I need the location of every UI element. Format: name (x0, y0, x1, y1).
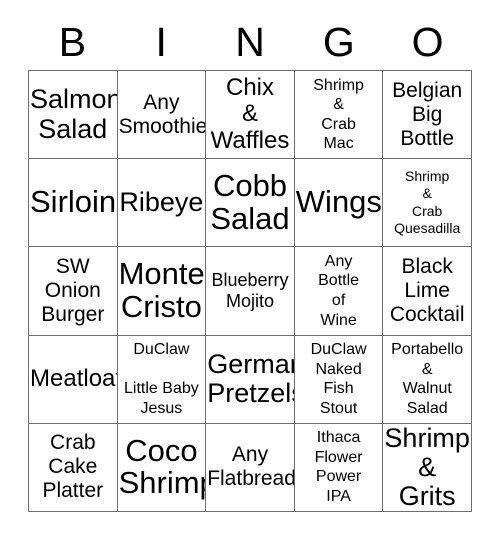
bingo-cell-g3[interactable]: Any Bottle of Wine (294, 247, 384, 336)
bingo-cell-b2[interactable]: Sirloin (29, 159, 118, 248)
bingo-cell-label: Black Lime Cocktail (389, 255, 465, 326)
bingo-cell-g2[interactable]: Wings (294, 159, 384, 248)
bingo-cell-o2[interactable]: Shrimp & Crab Quesadilla (383, 159, 472, 248)
bingo-cell-label: Shrimp & Crab Quesadilla (394, 167, 461, 237)
bingo-cell-n1[interactable]: Chix & Waffles (206, 71, 295, 160)
bingo-cell-o5[interactable]: Shrimp & Grits (383, 423, 472, 512)
bingo-cell-label: Coco Shrimp (118, 432, 206, 501)
bingo-cell-label: German Pretzels (207, 349, 294, 409)
bingo-cell-label: SW Onion Burger (41, 255, 105, 326)
bingo-cell-n4[interactable]: German Pretzels (206, 335, 295, 424)
bingo-cell-label: Any Flatbread (207, 443, 295, 491)
bingo-cell-label: Wings (295, 184, 382, 220)
bingo-cell-n2[interactable]: Cobb Salad (206, 159, 295, 248)
bingo-cell-o3[interactable]: Black Lime Cocktail (383, 247, 472, 336)
bingo-cell-n3[interactable]: Blueberry Mojito (206, 247, 295, 336)
bingo-grid: Salmon Salad Any Smoothie Chix & Waffles… (28, 70, 472, 512)
bingo-cell-i5[interactable]: Coco Shrimp (117, 423, 207, 512)
bingo-cell-b4[interactable]: Meatloaf (29, 335, 118, 424)
bingo-cell-label: Portabello & Walnut Salad (391, 341, 464, 417)
bingo-cell-label: Salmon Salad (30, 84, 118, 144)
bingo-cell-label: Crab Cake Platter (42, 431, 104, 503)
bingo-cell-label: Shrimp & Crab Mac (313, 76, 364, 153)
bingo-cell-b1[interactable]: Salmon Salad (29, 71, 118, 160)
bingo-cell-g5[interactable]: Ithaca Flower Power IPA (294, 423, 384, 512)
bingo-cell-label: Cobb Salad (210, 167, 290, 236)
bingo-cell-label: Meatloaf (30, 365, 118, 392)
bingo-cell-i3[interactable]: Monte Cristo (117, 247, 207, 336)
bingo-cell-label: Sirloin (30, 184, 117, 220)
bingo-header-row: B I N G O (28, 14, 472, 70)
bingo-card: B I N G O Salmon Salad Any Smoothie Chix… (0, 0, 500, 544)
bingo-header-letter-n: N (235, 18, 265, 65)
bingo-header-letter-g: G (322, 18, 355, 65)
bingo-cell-label: Ithaca Flower Power IPA (314, 429, 363, 505)
bingo-cell-n5[interactable]: Any Flatbread (206, 423, 295, 512)
bingo-cell-o4[interactable]: Portabello & Walnut Salad (383, 335, 472, 424)
bingo-cell-i1[interactable]: Any Smoothie (117, 71, 207, 160)
bingo-cell-g1[interactable]: Shrimp & Crab Mac (294, 71, 384, 160)
bingo-cell-label: Chix & Waffles (210, 74, 290, 154)
bingo-cell-label: Blueberry Mojito (211, 269, 289, 311)
bingo-cell-label: Ribeye (119, 187, 204, 218)
bingo-cell-i4[interactable]: DuClaw Little Baby Jesus (117, 335, 207, 424)
bingo-cell-label: Any Smoothie (118, 90, 207, 138)
bingo-cell-label: Shrimp & Grits (384, 423, 470, 511)
bingo-cell-label: Belgian Big Bottle (392, 78, 463, 150)
bingo-cell-label: Any Bottle of Wine (318, 252, 360, 329)
bingo-cell-label: DuClaw Little Baby Jesus (124, 341, 199, 417)
bingo-cell-b3[interactable]: SW Onion Burger (29, 247, 118, 336)
bingo-cell-i2[interactable]: Ribeye (117, 159, 207, 248)
bingo-cell-b5[interactable]: Crab Cake Platter (29, 423, 118, 512)
bingo-cell-label: Monte Cristo (118, 256, 205, 324)
bingo-header-letter-b: B (58, 18, 87, 65)
bingo-header-letter-o: O (411, 18, 444, 65)
bingo-header-letter-i: I (155, 18, 167, 65)
bingo-cell-label: DuClaw Naked Fish Stout (310, 341, 367, 417)
bingo-cell-o1[interactable]: Belgian Big Bottle (383, 71, 472, 160)
bingo-cell-g4[interactable]: DuClaw Naked Fish Stout (294, 335, 384, 424)
